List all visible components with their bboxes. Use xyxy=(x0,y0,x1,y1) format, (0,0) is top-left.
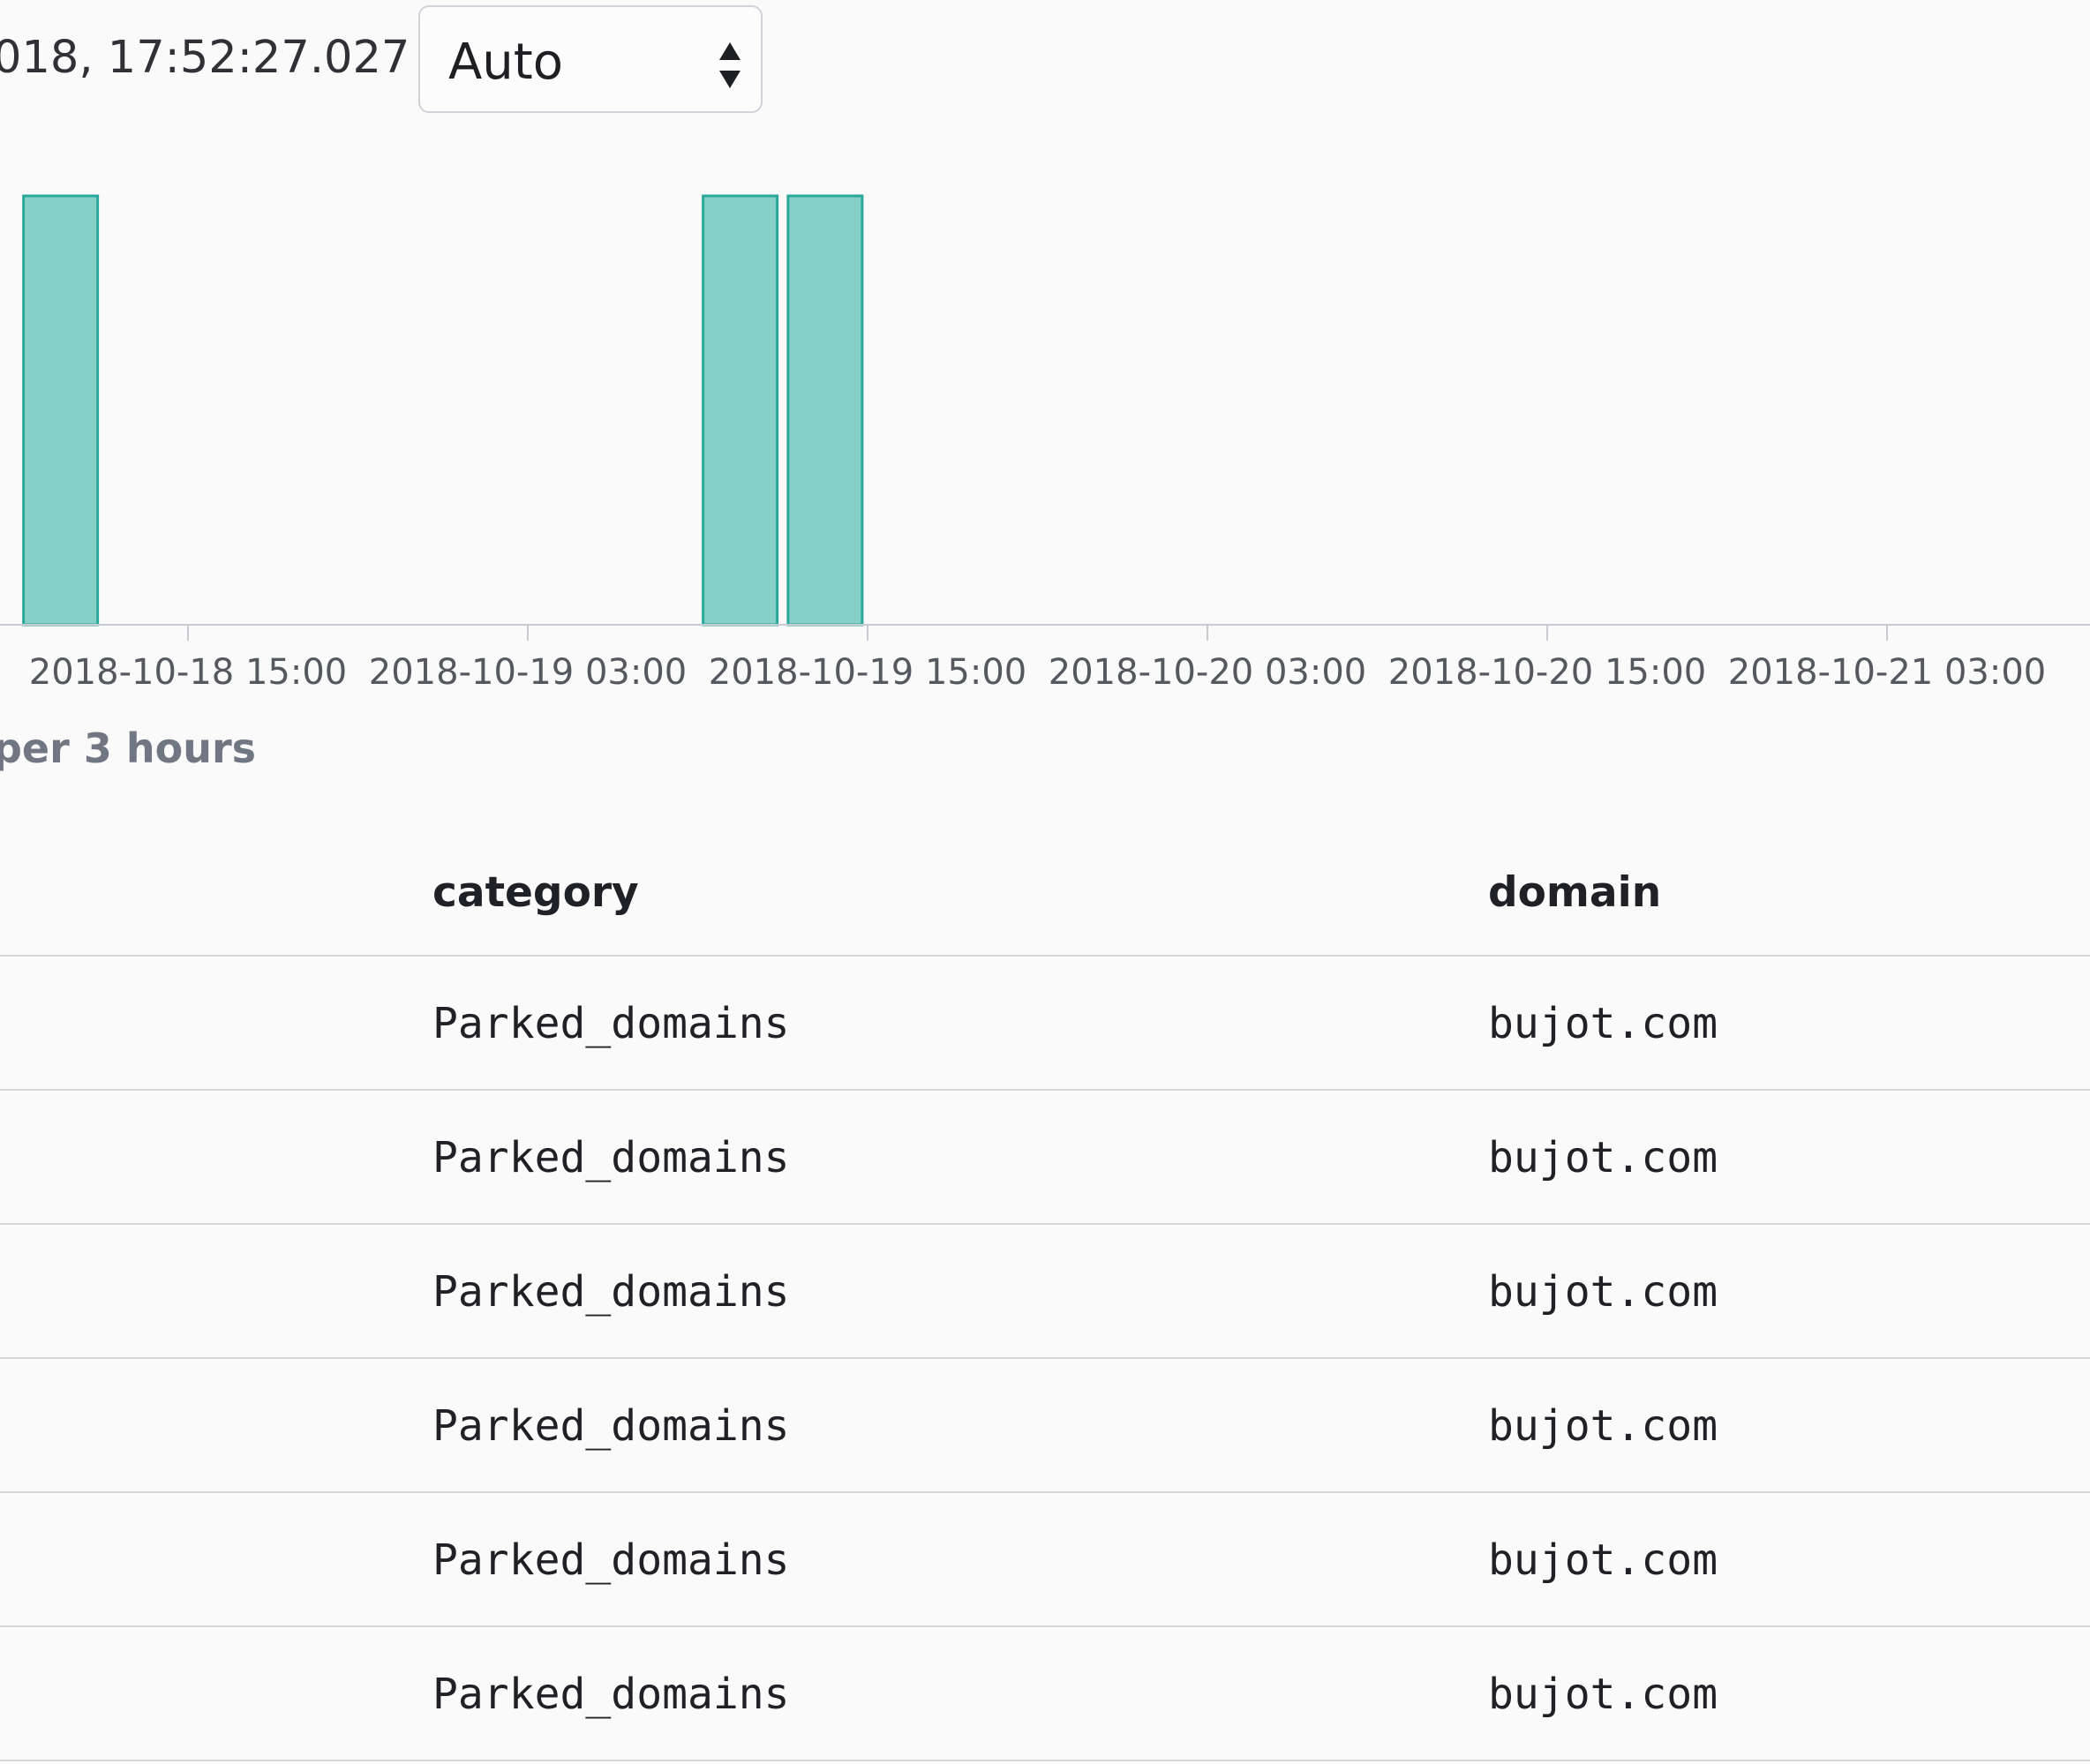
column-header-category[interactable]: category xyxy=(432,865,639,921)
cell-domain: bujot.com xyxy=(1488,999,1718,1048)
table-header: category domain xyxy=(0,838,2090,957)
cell-domain: bujot.com xyxy=(1488,1670,1718,1719)
cell-category: Parked_domains xyxy=(432,1401,790,1451)
x-axis-tick-label: 2018-10-20 15:00 xyxy=(1388,652,1706,693)
cell-domain: bujot.com xyxy=(1488,1401,1718,1451)
histogram-bars xyxy=(22,194,864,627)
cell-category: Parked_domains xyxy=(432,1670,790,1719)
interval-note-text: per 3 hours xyxy=(0,724,257,772)
table-row[interactable]: Parked_domains bujot.com xyxy=(0,1493,2090,1627)
x-axis-tick-label: 2018-10-19 15:00 xyxy=(709,652,1026,693)
histogram-bar[interactable] xyxy=(702,194,779,627)
table-row[interactable]: Parked_domains bujot.com xyxy=(0,1091,2090,1225)
column-header-domain[interactable]: domain xyxy=(1488,865,1661,921)
cell-category: Parked_domains xyxy=(432,1133,790,1182)
x-axis-tick-label: 2018-10-21 03:00 xyxy=(1728,652,2046,693)
cell-domain: bujot.com xyxy=(1488,1267,1718,1317)
cell-category: Parked_domains xyxy=(432,1535,790,1585)
x-axis-tick-label: 2018-10-18 15:00 xyxy=(29,652,347,693)
table-row[interactable]: Parked_domains bujot.com xyxy=(0,1627,2090,1761)
x-axis-ticks: 2018-10-18 15:00 2018-10-19 03:00 2018-10-… xyxy=(29,625,2046,693)
cell-domain: bujot.com xyxy=(1488,1133,1718,1182)
table-row[interactable]: Parked_domains bujot.com xyxy=(0,957,2090,1091)
table-row[interactable]: Parked_domains bujot.com xyxy=(0,1359,2090,1493)
cell-domain: bujot.com xyxy=(1488,1535,1718,1585)
cell-category: Parked_domains xyxy=(432,999,790,1048)
histogram-chart: 2018-10-18 15:00 2018-10-19 03:00 2018-10-… xyxy=(0,194,2090,693)
table-row[interactable]: Parked_domains bujot.com xyxy=(0,1225,2090,1359)
x-axis-tick-label: 2018-10-19 03:00 xyxy=(369,652,687,693)
interval-note: per 3 hours xyxy=(0,722,256,775)
cell-category: Parked_domains xyxy=(432,1267,790,1317)
discover-page: 018, 17:52:27.027 — Auto 2018-10-18 15:0… xyxy=(0,0,2090,1764)
documents-table: category domain Parked_domains bujot.com… xyxy=(0,838,2090,1761)
histogram-bar[interactable] xyxy=(22,194,100,627)
x-axis-tick-label: 2018-10-20 03:00 xyxy=(1049,652,1366,693)
histogram-bar[interactable] xyxy=(786,194,864,627)
